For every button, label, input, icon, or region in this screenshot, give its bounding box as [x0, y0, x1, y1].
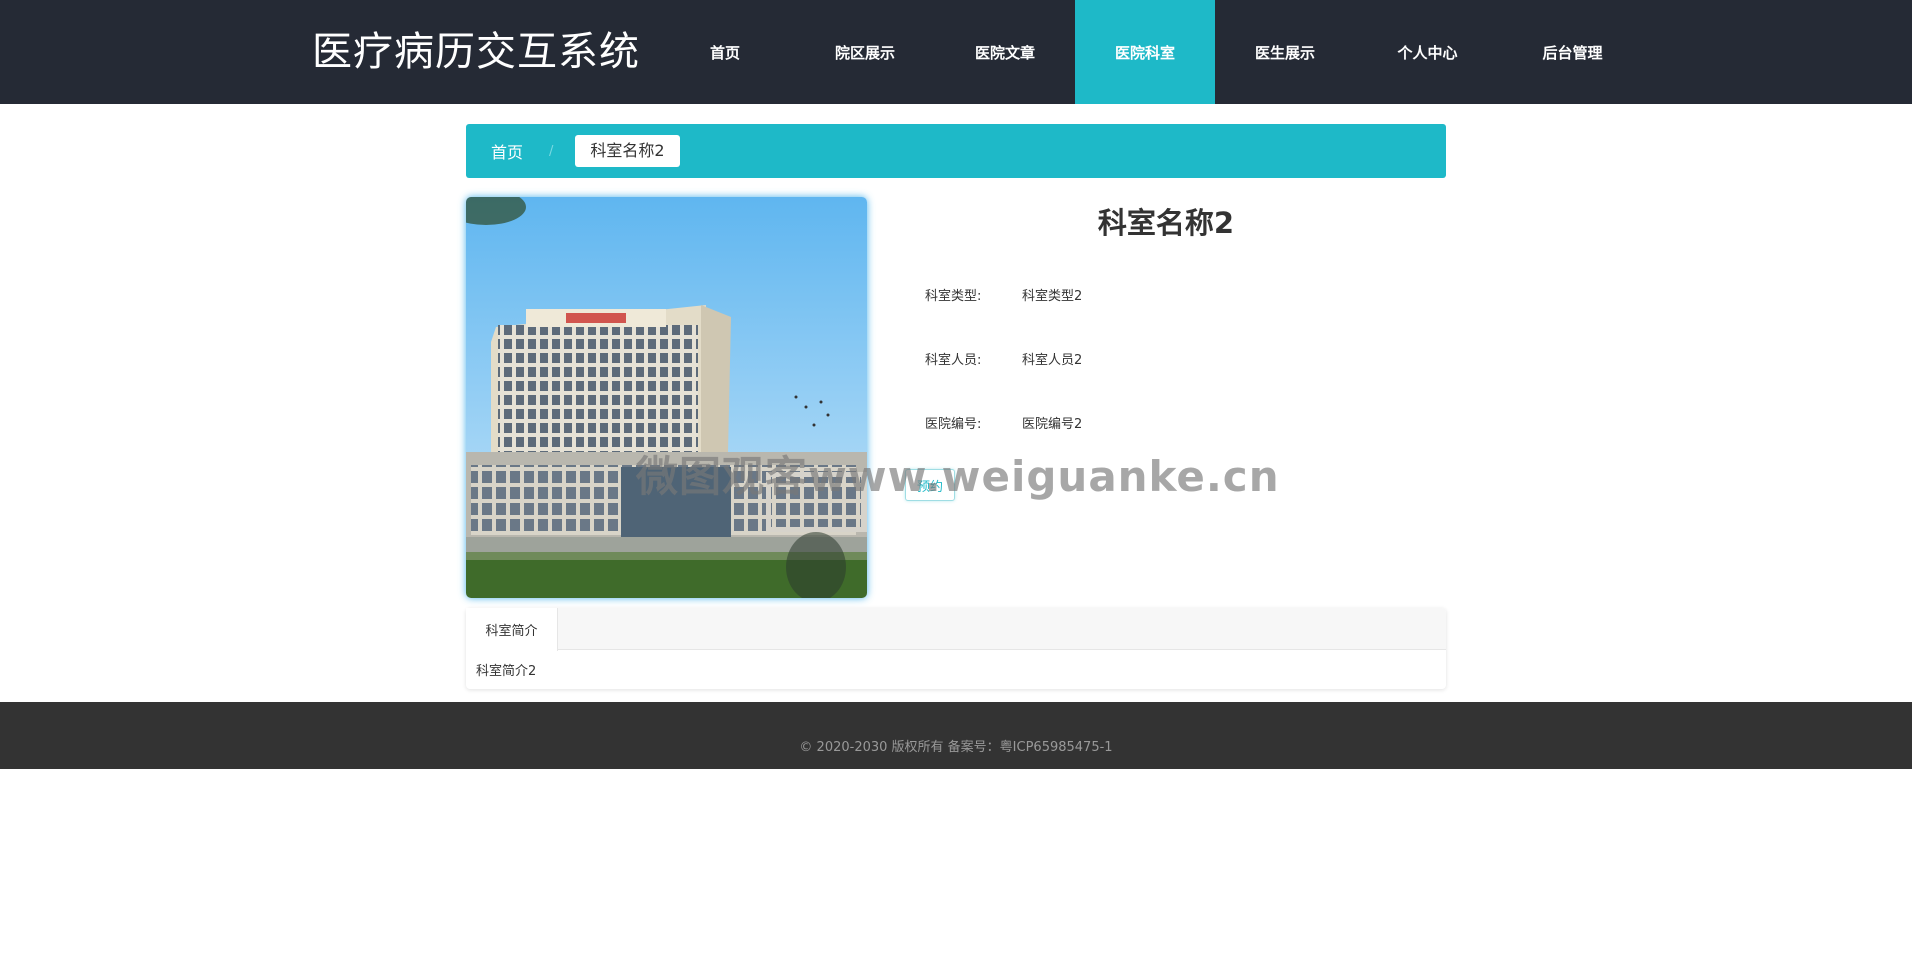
nav-item-articles[interactable]: 医院文章: [935, 0, 1075, 104]
info-value-hospital-id: 医院编号2: [1022, 417, 1083, 432]
breadcrumb: 首页 / 科室名称2: [466, 124, 1446, 178]
info-row-staff: 科室人员: 科室人员2: [925, 349, 1082, 368]
info-label-hospital-id: 医院编号:: [925, 417, 982, 432]
footer-copyright: © 2020-2030 版权所有 备案号：粤ICP65985475-1: [799, 740, 1113, 755]
breadcrumb-current: 科室名称2: [575, 135, 680, 167]
top-header: 医疗病历交互系统 首页 院区展示 医院文章 医院科室 医生展示 个人中心 后台管…: [0, 0, 1912, 104]
nav-item-profile[interactable]: 个人中心: [1355, 0, 1500, 104]
book-appointment-button[interactable]: 预约: [905, 469, 955, 501]
nav-item-admin[interactable]: 后台管理: [1500, 0, 1645, 104]
site-title: 医疗病历交互系统: [312, 29, 640, 75]
nav-item-departments[interactable]: 医院科室: [1075, 0, 1215, 104]
nav-item-doctors[interactable]: 医生展示: [1215, 0, 1355, 104]
main-nav: 首页 院区展示 医院文章 医院科室 医生展示 个人中心 后台管理: [655, 0, 1645, 104]
info-label-staff: 科室人员:: [925, 353, 982, 368]
breadcrumb-separator: /: [549, 143, 554, 159]
tabs-bar: 科室简介: [466, 608, 1446, 651]
hospital-building-picture: [466, 197, 867, 598]
footer: © 2020-2030 版权所有 备案号：粤ICP65985475-1: [0, 702, 1912, 769]
intro-tabs: 科室简介 科室简介2: [466, 608, 1446, 689]
info-row-hospital-id: 医院编号: 医院编号2: [925, 413, 1082, 432]
nav-item-home[interactable]: 首页: [655, 0, 795, 104]
info-row-type: 科室类型: 科室类型2: [925, 285, 1082, 304]
info-value-staff: 科室人员2: [1022, 353, 1083, 368]
breadcrumb-home-link[interactable]: 首页: [491, 139, 523, 163]
department-title: 科室名称2: [1097, 206, 1235, 240]
tab-content: 科室简介2: [476, 664, 537, 679]
department-image: [466, 197, 867, 598]
nav-item-campus[interactable]: 院区展示: [795, 0, 935, 104]
info-label-type: 科室类型:: [925, 289, 982, 304]
tab-department-intro[interactable]: 科室简介: [466, 608, 558, 651]
info-value-type: 科室类型2: [1022, 289, 1083, 304]
